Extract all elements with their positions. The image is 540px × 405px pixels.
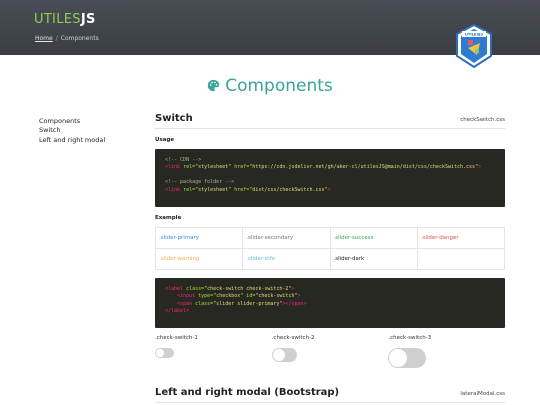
code-line: <span class="slider slider-primary"></sp… <box>165 301 495 308</box>
table-cell <box>416 248 506 270</box>
switch-section-title: Switch <box>155 113 193 124</box>
table-cell: .slider-secondary <box>242 227 331 249</box>
usage-label: Usage <box>155 137 175 143</box>
code-token: rel= <box>183 164 196 171</box>
modal-section: Left and right modal (Bootstrap) lateral… <box>155 387 505 403</box>
code-token: <link <box>165 164 184 171</box>
code-token: > <box>478 164 482 171</box>
breadcrumb-home-link[interactable]: Home <box>35 35 53 42</box>
code-line: </label> <box>165 308 495 315</box>
modal-section-title: Left and right modal (Bootstrap) <box>155 387 340 398</box>
code-token: "stylesheet" <box>195 186 232 193</box>
table-cell: .slider-info <box>242 248 331 270</box>
page-title-text: Components <box>225 76 333 96</box>
slider-classes-table: .slider-primary .slider-secondary .slide… <box>154 227 506 270</box>
brand-part1: UTILES <box>34 12 81 27</box>
switch-section-file: checkSwitch.css <box>460 117 505 123</box>
switch-label: .check-switch-1 <box>155 335 198 341</box>
code-line: <!-- CDN --> <box>165 157 495 164</box>
table-row: .slider-primary .slider-secondary .slide… <box>154 227 506 249</box>
top-header: UTILESJS Home / Components UTILESJS <box>0 0 540 68</box>
modal-section-header: Left and right modal (Bootstrap) lateral… <box>155 387 505 403</box>
code-token: > <box>291 286 295 292</box>
code-token: "slider slider-primary" <box>213 300 283 307</box>
table-cell: .slider-primary <box>154 227 244 249</box>
code-token: "stylesheet" <box>195 164 232 171</box>
page-title: Components <box>0 76 540 96</box>
code-line: <link rel="stylesheet" href="https://cdn… <box>165 164 495 171</box>
switch-example-1: .check-switch-1 <box>155 335 272 368</box>
code-token: > <box>297 293 301 300</box>
code-token: </label> <box>165 308 190 315</box>
code-token: <!-- CDN --> <box>165 157 202 163</box>
check-switch-2-toggle[interactable] <box>271 348 297 362</box>
table-cell: .slider-success <box>329 227 418 249</box>
breadcrumb-separator: / <box>55 35 58 42</box>
check-switch-3-toggle[interactable] <box>388 348 427 368</box>
code-token: id= <box>243 293 256 300</box>
table-cell: .slider-dark <box>329 248 418 270</box>
sidebar-item-switch[interactable]: Switch <box>39 126 105 135</box>
code-token: <!-- package folder --> <box>165 179 235 186</box>
code-line: <link rel="stylesheet" href="dist/css/ch… <box>165 187 495 194</box>
switch-section: Switch checkSwitch.css Usage <!-- CDN --… <box>154 113 506 368</box>
toggle-knob <box>389 349 408 367</box>
example-label: Example <box>155 215 182 221</box>
example-code-block[interactable]: <label class="check-switch check-switch-… <box>155 278 505 328</box>
code-token: "checkbox" <box>213 293 244 300</box>
code-token: "check-switch" <box>255 293 298 300</box>
code-token: <input <box>177 293 199 300</box>
sidebar-item-left-and-right-modal[interactable]: Left and right modal <box>39 136 105 145</box>
code-token: <link <box>165 186 184 193</box>
check-switch-1-toggle[interactable] <box>155 348 174 358</box>
code-token: type= <box>198 293 214 300</box>
breadcrumb: Home / Components <box>35 35 99 42</box>
code-token: class= <box>195 300 214 307</box>
code-token: rel= <box>183 186 196 193</box>
switch-example-2: .check-switch-2 <box>271 335 389 368</box>
switch-example-3: .check-switch-3 <box>388 335 505 368</box>
usage-code-block[interactable]: <!-- CDN --> <link rel="stylesheet" href=… <box>155 149 505 207</box>
code-token: <label <box>165 286 187 292</box>
switch-section-header: Switch checkSwitch.css <box>155 113 505 129</box>
code-token: "check-switch check-switch-2" <box>204 286 292 292</box>
code-line: <label class="check-switch check-switch-… <box>165 286 495 293</box>
switch-examples: .check-switch-1 .check-switch-2 .check-s… <box>155 335 505 368</box>
code-token: href= <box>231 186 250 193</box>
code-token: href= <box>231 164 250 171</box>
code-token: ></span> <box>282 300 307 307</box>
code-token: <span <box>177 300 196 307</box>
switch-label: .check-switch-3 <box>388 335 432 341</box>
modal-section-file: lateralModal.css <box>460 391 505 397</box>
code-token: "https://cdn.jsdelivr.net/gh/aker-cl/uti… <box>249 164 479 171</box>
code-token: class= <box>186 286 205 292</box>
sidebar-item-components[interactable]: Components <box>39 117 105 126</box>
toggle-knob <box>272 349 285 361</box>
logo-text: UTILESJS <box>465 33 483 37</box>
palette-icon <box>208 79 220 92</box>
code-line: <!-- package folder --> <box>165 179 495 186</box>
code-token: > <box>327 186 331 193</box>
toggle-knob <box>156 349 164 357</box>
brand-logo-text[interactable]: UTILESJS <box>34 12 96 27</box>
switch-label: .check-switch-2 <box>271 335 315 341</box>
table-cell: .slider-danger <box>416 227 506 249</box>
code-token: "dist/css/checkSwitch.css" <box>249 186 328 193</box>
utilesjs-badge-logo: UTILESJS <box>456 24 492 68</box>
table-row: .slider-warning .slider-info .slider-dar… <box>154 248 506 270</box>
code-line: <input type="checkbox" id="check-switch"… <box>165 293 495 300</box>
sidebar-nav: Components Switch Left and right modal <box>39 117 105 145</box>
table-cell: .slider-warning <box>154 248 244 270</box>
brand-part2: JS <box>80 12 96 27</box>
breadcrumb-current: Components <box>60 35 99 42</box>
